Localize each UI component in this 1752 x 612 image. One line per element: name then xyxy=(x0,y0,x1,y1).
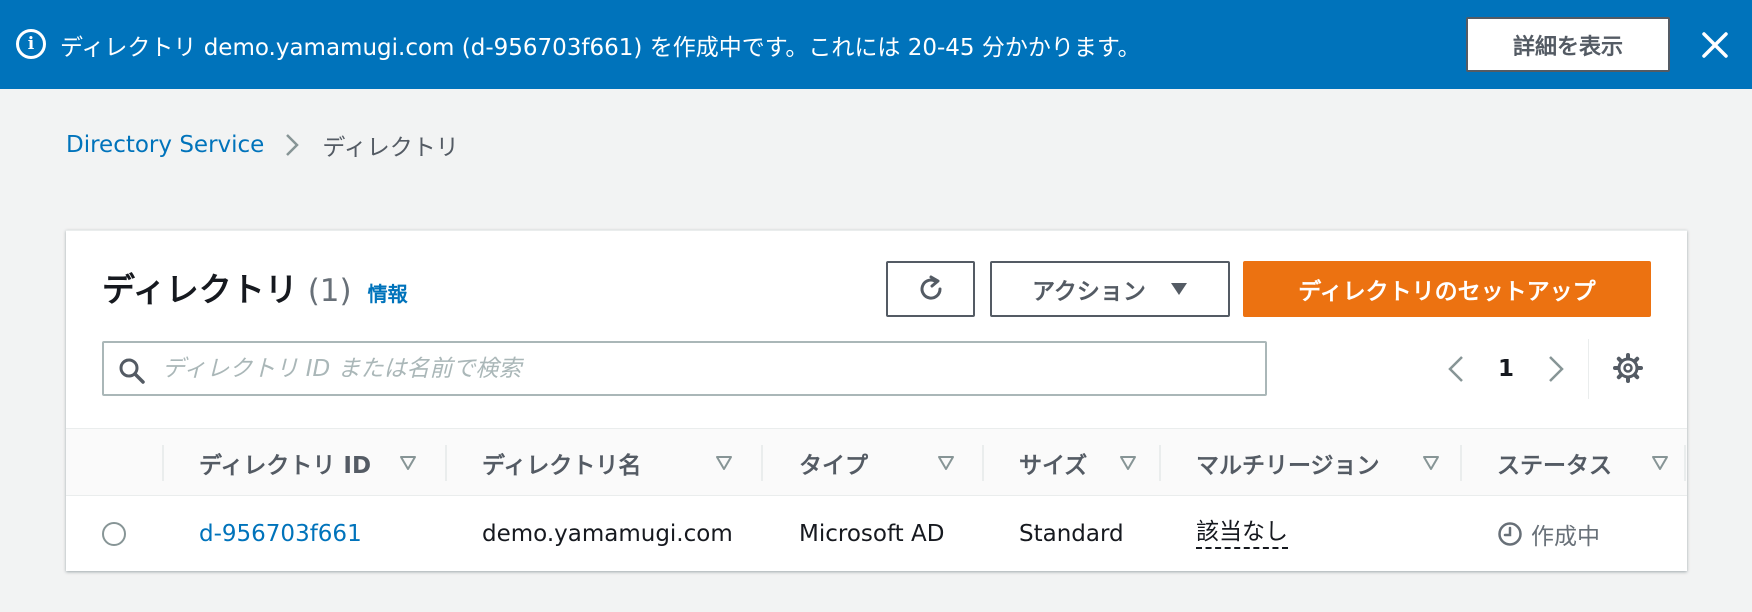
page-title: ディレクトリ xyxy=(102,270,298,309)
table-row[interactable]: d-956703f661 demo.yamamugi.com Microsoft… xyxy=(66,496,1687,571)
close-icon[interactable] xyxy=(1700,30,1730,60)
column-separator xyxy=(1684,445,1686,481)
refresh-icon xyxy=(920,275,942,300)
directory-size-cell: Standard xyxy=(1019,520,1124,547)
chevron-left-icon[interactable] xyxy=(1446,354,1466,384)
status-cell: 作成中 xyxy=(1497,496,1600,571)
column-separator xyxy=(162,445,164,481)
flash-banner: i ディレクトリ demo.yamamugi.com (d-956703f661… xyxy=(0,0,1752,89)
gear-icon[interactable] xyxy=(1613,353,1643,383)
column-separator xyxy=(982,445,984,481)
search-box xyxy=(102,341,1267,396)
sort-icon xyxy=(1423,456,1439,470)
column-header-multi-region[interactable]: マルチリージョン xyxy=(1196,429,1439,497)
directory-id-link[interactable]: d-956703f661 xyxy=(199,496,362,571)
page-number[interactable]: 1 xyxy=(1498,356,1514,382)
status-text: 作成中 xyxy=(1531,523,1600,550)
toolbar-divider xyxy=(1588,339,1589,399)
table-header: ディレクトリ ID ディレクトリ名 タイプ サイズ マルチリージョン ステータス xyxy=(66,428,1687,496)
directory-count: (1) xyxy=(307,273,352,309)
actions-dropdown-button[interactable]: アクション xyxy=(990,261,1230,317)
directory-name-cell: demo.yamamugi.com xyxy=(482,520,733,547)
row-select-radio[interactable] xyxy=(102,522,126,546)
panel-header: ディレクトリ (1) 情報 xyxy=(102,263,408,311)
chevron-right-icon xyxy=(286,134,300,156)
sort-icon xyxy=(400,456,416,470)
sort-icon xyxy=(938,456,954,470)
column-separator xyxy=(1460,445,1462,481)
column-header-type[interactable]: タイプ xyxy=(799,429,954,497)
info-icon: i xyxy=(16,29,46,59)
breadcrumb-link-directory-service[interactable]: Directory Service xyxy=(66,132,264,158)
column-separator xyxy=(1159,445,1161,481)
caret-down-icon xyxy=(1170,283,1187,295)
column-separator xyxy=(761,445,763,481)
column-header-size[interactable]: サイズ xyxy=(1019,429,1136,497)
actions-label: アクション xyxy=(1032,279,1146,305)
flash-message: ディレクトリ demo.yamamugi.com (d-956703f661) … xyxy=(60,35,1141,61)
multi-region-cell: 該当なし xyxy=(1196,496,1288,571)
sort-icon xyxy=(1120,456,1136,470)
directory-type-cell: Microsoft AD xyxy=(799,520,945,547)
sort-icon xyxy=(716,456,732,470)
sort-icon xyxy=(1652,456,1668,470)
refresh-button[interactable] xyxy=(886,261,975,317)
search-icon xyxy=(119,358,145,384)
column-separator xyxy=(445,445,447,481)
column-header-status[interactable]: ステータス xyxy=(1497,429,1668,497)
info-link[interactable]: 情報 xyxy=(368,278,408,307)
breadcrumb-current: ディレクトリ xyxy=(322,135,459,161)
column-header-directory-id[interactable]: ディレクトリ ID xyxy=(199,429,416,497)
view-details-button[interactable]: 詳細を表示 xyxy=(1466,17,1670,72)
column-header-directory-name[interactable]: ディレクトリ名 xyxy=(482,429,732,497)
setup-directory-button[interactable]: ディレクトリのセットアップ xyxy=(1243,261,1651,317)
clock-icon xyxy=(1498,521,1522,546)
directories-panel: ディレクトリ (1) 情報 アクション ディレクトリのセットアップ 1 xyxy=(66,230,1687,571)
chevron-right-icon[interactable] xyxy=(1546,354,1566,384)
multi-region-value[interactable]: 該当なし xyxy=(1196,518,1288,550)
pagination: 1 xyxy=(1446,349,1566,389)
search-input[interactable] xyxy=(162,349,1252,389)
breadcrumb: Directory Service ディレクトリ xyxy=(66,128,459,162)
